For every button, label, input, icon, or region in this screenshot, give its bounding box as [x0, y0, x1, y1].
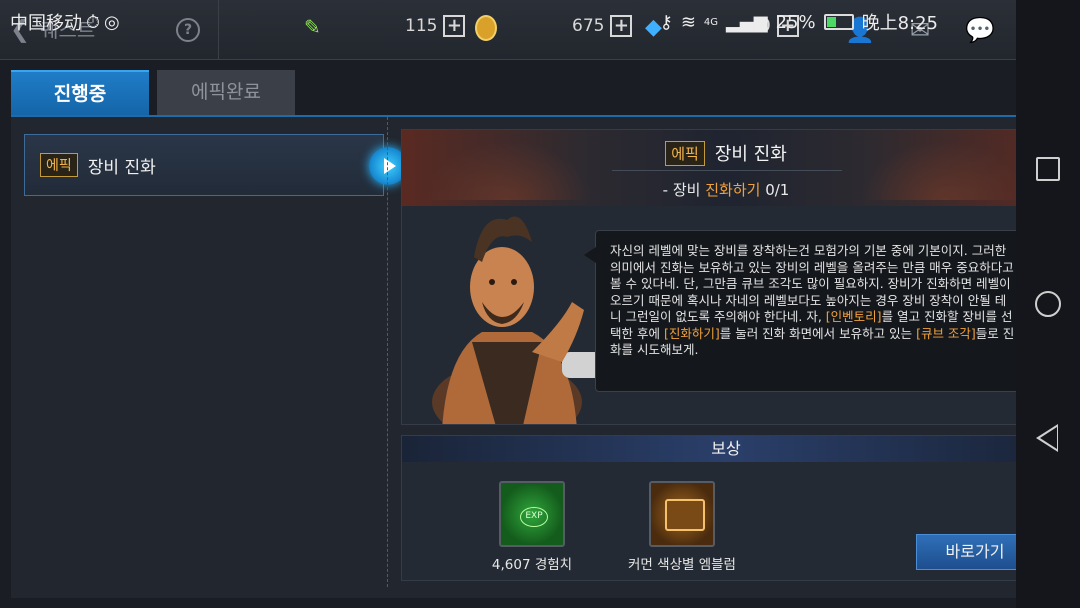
epic-badge: 에픽	[40, 153, 78, 177]
sync-icon: ◎	[104, 11, 120, 33]
quest-objective: - 장비 진화하기 0/1	[402, 179, 1050, 200]
home-icon[interactable]	[1035, 291, 1061, 317]
currency-1-value: 115	[405, 16, 438, 36]
reward-item-exp[interactable]: 4,607 경험치	[457, 481, 607, 573]
signal-icon: ▂▄▆	[726, 11, 768, 33]
reward-label: 커먼 색상별 엠블럼	[628, 557, 736, 573]
quest-detail: 에픽 장비 진화 - 장비 진화하기 0/1 자신의 레벨에 맞는 장비를 장착…	[401, 129, 1051, 425]
objective-prefix: - 장비	[662, 181, 706, 199]
android-nav-bar	[1016, 0, 1080, 608]
status-left: 中国移动 ⏱ ◎	[10, 9, 120, 35]
npc-dialogue: 자신의 레벨에 맞는 장비를 장착하는건 모험가의 기본 중에 기본이지. 그러…	[584, 230, 1029, 392]
tab-epic-complete[interactable]: 에픽완료	[157, 70, 295, 115]
objective-highlight: 진화하기	[705, 181, 761, 199]
divider	[612, 170, 842, 171]
divider	[387, 117, 388, 587]
reward-section: 보상 4,607 경험치 커먼 색상별 엠블럼 바로가기	[401, 435, 1051, 581]
epic-badge: 에픽	[665, 140, 705, 166]
currency-2-value: 675	[572, 16, 605, 36]
reward-header: 보상	[402, 436, 1050, 462]
currency-1: 115 +	[405, 15, 466, 37]
coin-icon	[475, 15, 497, 41]
help-icon[interactable]: ?	[176, 18, 200, 42]
add-coin-button[interactable]: +	[610, 15, 633, 37]
chat-icon[interactable]: 💬	[962, 12, 998, 48]
top-bar: ❮ 퀘스트 ? ✎ 115 + 675 + ◆ 0 + 👤 ✉ 💬 ⚙ 中国移动…	[0, 0, 1051, 60]
quest-panel: 에픽 장비 진화 에픽 장비 진화 - 장비 진화하기 0/1 자신의 레벨에 …	[11, 115, 1051, 600]
quest-title: 장비 진화	[87, 157, 156, 178]
key-icon: ⚷	[659, 11, 673, 33]
dialogue-highlight: [큐브 조각]	[916, 325, 976, 341]
battery-percent: 25%	[775, 11, 816, 33]
clock: 晚上8:25	[861, 13, 938, 34]
tab-in-progress[interactable]: 진행중	[11, 70, 149, 115]
reward-item-emblem[interactable]: 커먼 색상별 엠블럼	[607, 481, 757, 573]
stamina-icon: ✎	[304, 15, 321, 39]
back-icon[interactable]	[1036, 424, 1058, 452]
objective-count: 0/1	[765, 181, 790, 199]
dialogue-highlight: [인벤토리]	[825, 309, 882, 324]
wifi-icon: ≋	[680, 11, 696, 33]
treasure-chest-icon	[649, 481, 715, 547]
carrier-label: 中国移动	[10, 13, 82, 34]
alarm-icon: ⏱	[86, 11, 101, 33]
signal-label: 4G	[703, 16, 719, 28]
coin-display	[475, 15, 497, 41]
add-currency-button[interactable]: +	[443, 15, 466, 37]
currency-2: 675 +	[572, 15, 633, 37]
dialogue-highlight: [진화하기]	[663, 325, 720, 341]
list-item[interactable]: 에픽 장비 진화	[24, 134, 384, 196]
quest-list: 에픽 장비 진화	[11, 117, 407, 600]
dialogue-text: 를 눌러 진화 화면에서 보유하고 있는	[719, 325, 917, 341]
stamina-display: ✎	[304, 15, 321, 39]
divider	[218, 0, 219, 60]
npc-portrait	[432, 216, 602, 424]
detail-title-text: 장비 진화	[714, 144, 787, 165]
battery-icon	[823, 14, 854, 30]
status-right: ⚷ ≋ 4G ▂▄▆ 25% 晚上8:25	[660, 9, 938, 35]
exp-potion-icon	[499, 481, 565, 547]
reward-label: 4,607 경험치	[491, 557, 573, 573]
detail-title: 에픽 장비 진화	[402, 140, 1050, 166]
